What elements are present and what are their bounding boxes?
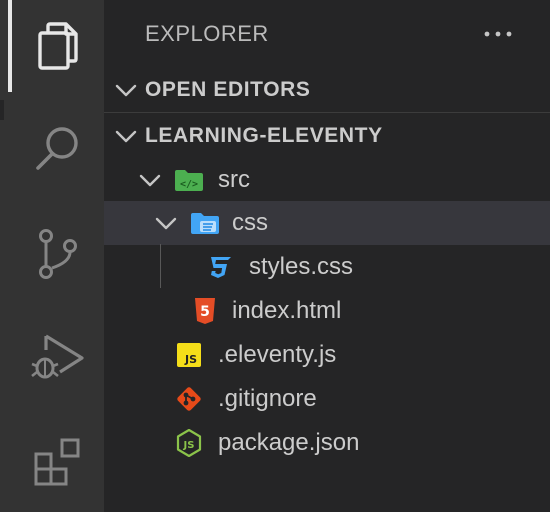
css-file-icon bbox=[205, 253, 235, 281]
tree-item-package-json[interactable]: JS package.json bbox=[104, 421, 550, 465]
explorer-title: EXPLORER bbox=[145, 21, 269, 46]
extensions-icon bbox=[34, 438, 80, 486]
project-section-header[interactable]: LEARNING-ELEVENTY bbox=[104, 114, 550, 158]
search-icon bbox=[36, 127, 78, 170]
files-icon bbox=[38, 22, 78, 70]
project-label: LEARNING-ELEVENTY bbox=[145, 124, 383, 147]
folder-css-icon bbox=[190, 209, 220, 237]
chevron-down-icon bbox=[115, 130, 137, 143]
html-file-icon: 5 bbox=[190, 297, 220, 325]
tree-item-label: css bbox=[232, 209, 268, 236]
tree-item-index-html[interactable]: 5 index.html bbox=[104, 289, 550, 333]
section-divider bbox=[104, 112, 550, 113]
git-file-icon bbox=[174, 385, 204, 413]
activity-gap bbox=[0, 100, 4, 120]
svg-text:JS: JS bbox=[184, 353, 197, 366]
explorer-header: EXPLORER bbox=[104, 0, 550, 68]
open-editors-section-header[interactable]: OPEN EDITORS bbox=[104, 68, 550, 112]
run-debug-icon bbox=[31, 334, 84, 379]
tree-item-label: .gitignore bbox=[218, 385, 317, 412]
chevron-down-icon bbox=[115, 84, 137, 97]
tree-item-css[interactable]: css bbox=[104, 201, 550, 245]
source-control-icon bbox=[39, 229, 77, 279]
tree-item-label: .eleventy.js bbox=[218, 341, 337, 368]
active-indicator bbox=[8, 0, 12, 92]
tree-item-styles-css[interactable]: styles.css bbox=[104, 245, 550, 289]
activity-extensions-button[interactable] bbox=[18, 422, 98, 502]
activity-explorer-button[interactable] bbox=[18, 6, 98, 86]
activity-bar bbox=[0, 0, 104, 512]
explorer-sidebar: EXPLORER OPEN EDITORS LEARNING-ELEVENTY bbox=[104, 0, 550, 512]
node-file-icon: JS bbox=[174, 429, 204, 457]
more-actions-button[interactable] bbox=[478, 16, 518, 52]
open-editors-label: OPEN EDITORS bbox=[145, 78, 311, 101]
activity-run-debug-button[interactable] bbox=[18, 316, 98, 396]
js-file-icon: JS bbox=[174, 341, 204, 369]
svg-text:JS: JS bbox=[183, 440, 195, 451]
ellipsis-icon bbox=[484, 31, 512, 37]
chevron-down-icon bbox=[155, 217, 177, 230]
tree-item-label: package.json bbox=[218, 429, 360, 456]
vscode-window: EXPLORER OPEN EDITORS LEARNING-ELEVENTY bbox=[0, 0, 550, 512]
folder-src-icon: </> bbox=[174, 166, 204, 194]
tree-item-src[interactable]: </> src bbox=[104, 158, 550, 202]
tree-item-label: styles.css bbox=[249, 253, 354, 280]
tree-item-gitignore[interactable]: .gitignore bbox=[104, 377, 550, 421]
tree-item-eleventy-js[interactable]: JS .eleventy.js bbox=[104, 333, 550, 377]
svg-text:5: 5 bbox=[200, 304, 210, 320]
tree-item-label: src bbox=[218, 166, 250, 193]
activity-source-control-button[interactable] bbox=[18, 214, 98, 294]
svg-text:</>: </> bbox=[180, 179, 198, 190]
activity-search-button[interactable] bbox=[18, 108, 98, 188]
tree-item-label: index.html bbox=[232, 297, 342, 324]
chevron-down-icon bbox=[139, 174, 161, 187]
